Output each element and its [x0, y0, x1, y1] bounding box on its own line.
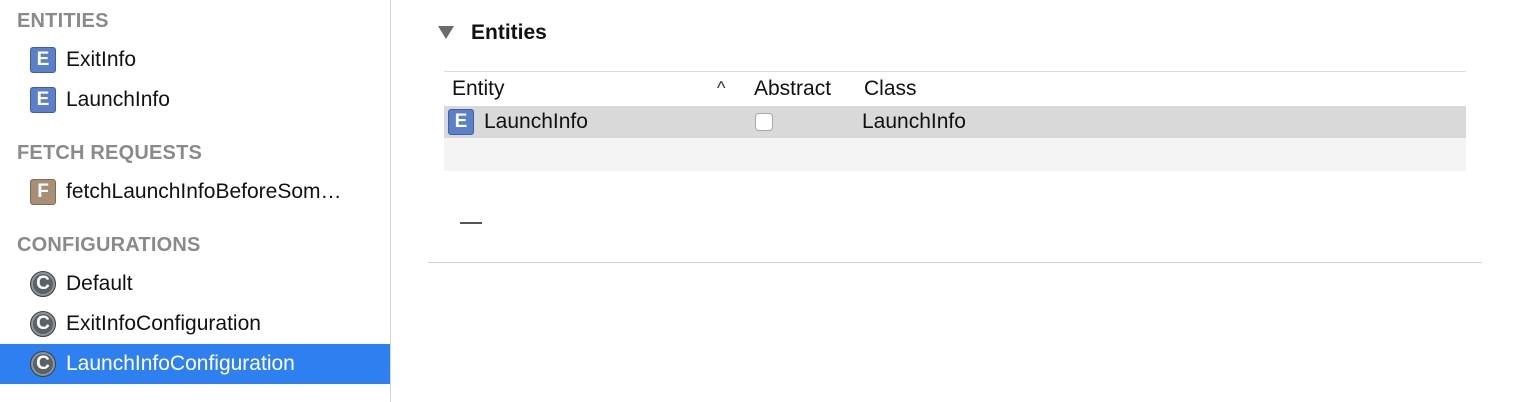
entities-table: Entity ^ Abstract Class E LaunchInfo Lau… — [444, 71, 1466, 172]
disclosure-triangle-icon[interactable] — [438, 26, 454, 39]
column-header-entity[interactable]: Entity — [452, 77, 505, 101]
section-header-fetch-requests: FETCH REQUESTS — [17, 142, 203, 164]
class-name-cell[interactable]: LaunchInfo — [862, 110, 966, 134]
sidebar-item-launchinfo[interactable]: E LaunchInfo — [0, 80, 390, 120]
entity-icon: E — [448, 109, 474, 135]
configuration-icon: C — [30, 311, 56, 337]
divider — [428, 262, 1482, 263]
main-panel: Entities Entity ^ Abstract Class E Launc… — [391, 0, 1514, 402]
table-row[interactable]: E LaunchInfo LaunchInfo — [444, 106, 1466, 138]
sidebar-item-label: fetchLaunchInfoBeforeSom… — [66, 180, 342, 203]
column-header-abstract[interactable]: Abstract — [754, 77, 831, 101]
sidebar-item-label: LaunchInfo — [66, 88, 170, 111]
sidebar-item-launchinfoconfiguration[interactable]: C LaunchInfoConfiguration — [0, 344, 390, 384]
configuration-icon: C — [30, 351, 56, 377]
fetch-request-icon: F — [30, 179, 56, 205]
sidebar: ENTITIES E ExitInfo E LaunchInfo FETCH R… — [0, 0, 391, 402]
abstract-checkbox[interactable] — [755, 113, 773, 131]
section-title: Entities — [471, 21, 547, 44]
sidebar-item-exitinfoconfiguration[interactable]: C ExitInfoConfiguration — [0, 304, 390, 344]
entity-name-cell[interactable]: LaunchInfo — [484, 110, 588, 134]
configuration-icon: C — [30, 271, 56, 297]
sidebar-item-label: ExitInfoConfiguration — [66, 312, 261, 335]
table-row-empty — [444, 138, 1466, 171]
remove-button[interactable] — [460, 222, 482, 224]
section-header-entities: ENTITIES — [17, 10, 109, 32]
sidebar-item-label: Default — [66, 272, 133, 295]
sidebar-item-default[interactable]: C Default — [0, 264, 390, 304]
sidebar-item-label: LaunchInfoConfiguration — [66, 352, 295, 375]
sidebar-item-fetch-request[interactable]: F fetchLaunchInfoBeforeSom… — [0, 172, 390, 212]
entity-icon: E — [30, 87, 56, 113]
column-header-class[interactable]: Class — [864, 77, 917, 101]
table-header: Entity ^ Abstract Class — [444, 72, 1466, 105]
sidebar-item-label: ExitInfo — [66, 48, 137, 71]
section-header-configurations: CONFIGURATIONS — [17, 234, 201, 256]
sort-ascending-icon: ^ — [717, 78, 726, 98]
sidebar-item-exitinfo[interactable]: E ExitInfo — [0, 40, 390, 80]
entity-icon: E — [30, 47, 56, 73]
